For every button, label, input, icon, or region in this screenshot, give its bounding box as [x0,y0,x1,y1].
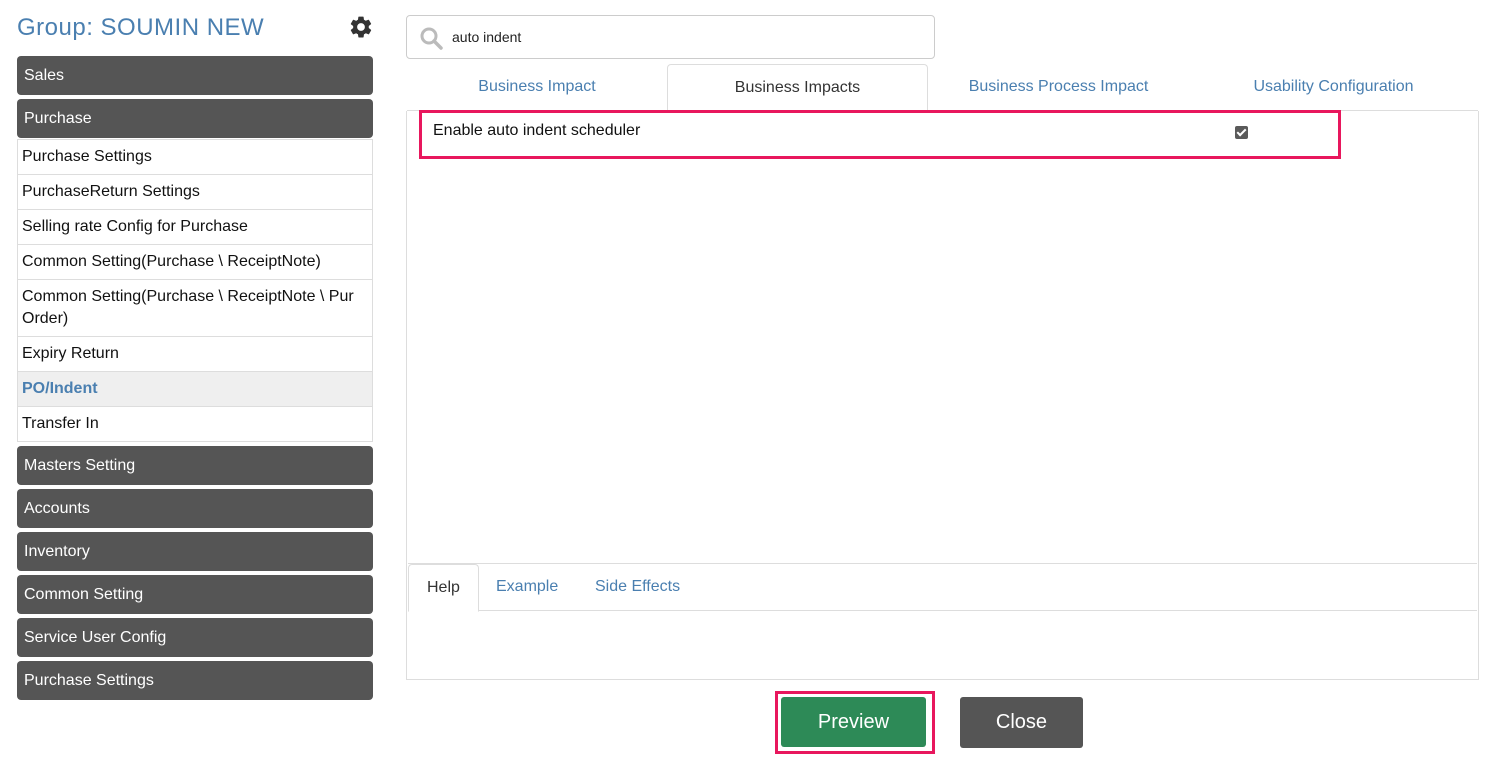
tab-business-impacts[interactable]: Business Impacts [667,64,928,112]
search-box [406,15,935,59]
tab-example[interactable]: Example [478,564,576,611]
sidebar-section-service-user-config[interactable]: Service User Config [17,618,373,657]
submenu-item-transfer-in[interactable]: Transfer In [17,407,373,442]
search-input[interactable] [452,16,922,58]
settings-tabs: Business Impact Business Impacts Busines… [407,64,1478,112]
sidebar-section-masters-setting[interactable]: Masters Setting [17,446,373,485]
sidebar: Sales Purchase Purchase Settings Purchas… [17,56,373,704]
tab-business-process-impact[interactable]: Business Process Impact [928,64,1189,111]
sidebar-section-sales[interactable]: Sales [17,56,373,95]
group-title: Group: SOUMIN NEW [17,14,265,41]
submenu-item-selling-rate-config[interactable]: Selling rate Config for Purchase [17,210,373,245]
tab-business-impact[interactable]: Business Impact [407,64,667,111]
submenu-item-purchasereturn-settings[interactable]: PurchaseReturn Settings [17,175,373,210]
sidebar-section-purchase-settings[interactable]: Purchase Settings [17,661,373,700]
tab-usability-configuration[interactable]: Usability Configuration [1189,64,1478,111]
setting-row: Enable auto indent scheduler [419,111,1339,159]
tab-side-effects[interactable]: Side Effects [577,564,698,611]
sidebar-section-inventory[interactable]: Inventory [17,532,373,571]
search-icon [420,27,443,50]
sidebar-section-purchase[interactable]: Purchase [17,99,373,138]
purchase-submenu: Purchase Settings PurchaseReturn Setting… [17,139,373,442]
submenu-item-po-indent[interactable]: PO/Indent [17,372,373,407]
submenu-item-expiry-return[interactable]: Expiry Return [17,337,373,372]
preview-button[interactable]: Preview [781,697,926,747]
help-tabs: Help Example Side Effects [408,564,1477,612]
tab-help[interactable]: Help [408,564,479,612]
sidebar-section-common-setting[interactable]: Common Setting [17,575,373,614]
setting-checkbox[interactable] [1235,126,1248,139]
submenu-item-purchase-settings[interactable]: Purchase Settings [17,139,373,175]
sidebar-section-accounts[interactable]: Accounts [17,489,373,528]
gear-icon[interactable] [348,14,374,40]
help-area: Help Example Side Effects [408,563,1477,679]
close-button[interactable]: Close [960,697,1083,748]
submenu-item-common-setting-receiptnote[interactable]: Common Setting(Purchase \ ReceiptNote) [17,245,373,280]
submenu-item-common-setting-pur-order[interactable]: Common Setting(Purchase \ ReceiptNote \ … [17,280,373,337]
setting-label: Enable auto indent scheduler [433,122,641,139]
